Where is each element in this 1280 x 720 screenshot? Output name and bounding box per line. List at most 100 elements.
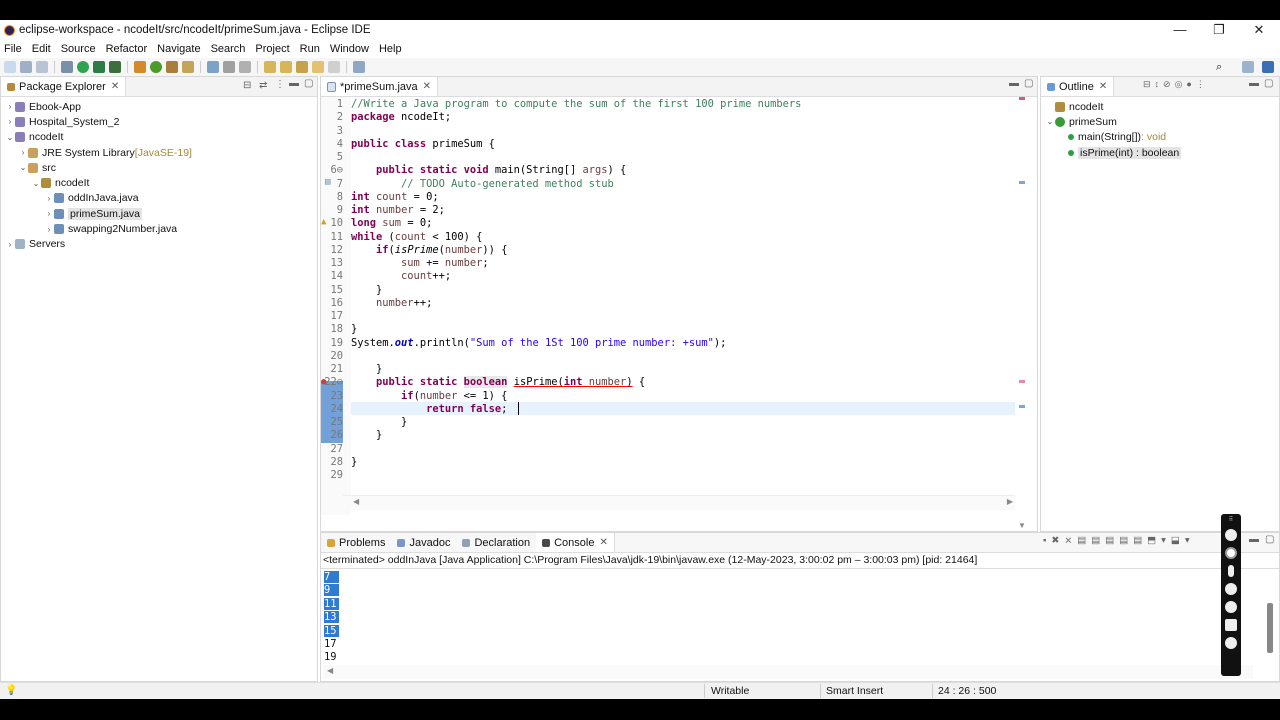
close-icon[interactable]: ✕ xyxy=(599,537,607,548)
code-line[interactable]: // TODO Auto-generated method stub xyxy=(351,178,614,190)
tree-item[interactable]: › swapping2Number.java xyxy=(1,221,317,236)
menu-project[interactable]: Project xyxy=(251,43,295,55)
tree-item[interactable]: › primeSum.java xyxy=(1,206,317,221)
record-icon[interactable] xyxy=(1225,547,1237,559)
scroll-left-icon[interactable]: ◀ xyxy=(327,666,333,675)
menu-edit[interactable]: Edit xyxy=(28,43,57,55)
code-line[interactable]: public static boolean isPrime(int number… xyxy=(351,376,645,389)
code-line[interactable]: if(isPrime(number)) { xyxy=(351,244,507,256)
lightbulb-icon[interactable]: 💡 xyxy=(5,685,17,696)
horizontal-scrollbar[interactable]: ◀ ▶ xyxy=(343,495,1015,510)
show-whitespace-icon[interactable] xyxy=(239,61,251,73)
next-annotation-icon[interactable] xyxy=(264,61,276,73)
camera-icon[interactable] xyxy=(1225,529,1237,541)
tree-item[interactable]: › Servers xyxy=(1,237,317,252)
menu-search[interactable]: Search xyxy=(207,43,252,55)
code-line[interactable]: } xyxy=(351,456,357,468)
search-toolbar-icon[interactable] xyxy=(182,61,194,73)
debug-icon[interactable] xyxy=(61,61,73,73)
expand-toggle-icon[interactable]: ⌄ xyxy=(1045,117,1055,126)
link-with-editor-icon[interactable]: ⇄ xyxy=(259,80,267,91)
expand-toggle-icon[interactable]: ⌄ xyxy=(5,133,15,142)
webcam-icon[interactable] xyxy=(1225,601,1237,613)
close-icon[interactable]: ✕ xyxy=(111,81,119,92)
close-window-button[interactable]: ✕ xyxy=(1239,20,1279,40)
maximize-view-icon[interactable]: ▢ xyxy=(1265,534,1274,545)
tab-outline[interactable]: Outline ✕ xyxy=(1041,77,1115,96)
expand-toggle-icon[interactable]: › xyxy=(44,194,54,203)
new-class-icon[interactable] xyxy=(150,61,162,73)
save-all-icon[interactable] xyxy=(36,61,48,73)
expand-toggle-icon[interactable]: › xyxy=(18,148,28,157)
menu-source[interactable]: Source xyxy=(57,43,102,55)
tab-javadoc[interactable]: Javadoc xyxy=(391,533,456,552)
close-icon[interactable]: ✕ xyxy=(1099,81,1107,92)
console-horizontal-scrollbar[interactable]: ◀ xyxy=(323,665,1253,679)
menu-file[interactable]: File xyxy=(0,43,28,55)
coverage-icon[interactable] xyxy=(93,61,105,73)
screen-icon[interactable] xyxy=(1225,619,1237,631)
console-toolbar-icons[interactable]: ▪✖⨯▤▤▤▤▤⬒▾⬓▾ xyxy=(1043,535,1195,546)
tab-problems[interactable]: Problems xyxy=(321,533,391,552)
code-line[interactable]: //Write a Java program to compute the su… xyxy=(351,98,801,110)
previous-annotation-icon[interactable] xyxy=(280,61,292,73)
code-line[interactable]: sum += number; xyxy=(351,257,489,269)
toggle-mark-occurrences-icon[interactable] xyxy=(207,61,219,73)
minimize-view-icon[interactable]: ▬ xyxy=(1009,78,1019,89)
tree-item[interactable]: › JRE System Library [JavaSE-19] xyxy=(1,145,317,160)
open-perspective-icon[interactable] xyxy=(1242,61,1254,73)
code-line[interactable]: } xyxy=(351,363,382,375)
expand-toggle-icon[interactable]: › xyxy=(44,209,54,218)
tree-item[interactable]: › Hospital_System_2 xyxy=(1,114,317,129)
console-output[interactable]: 7 9 11 13 15 17 19 xyxy=(321,569,1279,665)
outline-item[interactable]: isPrime(int) : boolean xyxy=(1041,145,1279,160)
toggle-block-selection-icon[interactable] xyxy=(223,61,235,73)
code-line[interactable]: int number = 2; xyxy=(351,204,445,216)
search-icon[interactable]: ⌕ xyxy=(1216,61,1222,74)
code-line[interactable]: while (count < 100) { xyxy=(351,231,482,243)
microphone-icon[interactable] xyxy=(1228,565,1234,577)
close-icon[interactable]: ✕ xyxy=(423,81,431,92)
scroll-right-icon[interactable]: ▶ xyxy=(1007,497,1013,506)
outline-item[interactable]: ⌄ primeSum xyxy=(1041,114,1279,129)
code-line[interactable]: } xyxy=(351,416,407,428)
menu-window[interactable]: Window xyxy=(326,43,375,55)
forward-icon[interactable] xyxy=(328,61,340,73)
maximize-button[interactable]: ❐ xyxy=(1199,20,1239,40)
tab-primesum-java[interactable]: *primeSum.java ✕ xyxy=(321,77,439,96)
new-icon[interactable] xyxy=(4,61,16,73)
run-icon[interactable] xyxy=(77,61,89,73)
code-line[interactable]: count++; xyxy=(351,270,451,282)
minimize-button[interactable]: — xyxy=(1160,20,1200,40)
tab-package-explorer[interactable]: Package Explorer ✕ xyxy=(1,77,127,96)
code-line[interactable]: System.out.println("Sum of the 1St 100 p… xyxy=(351,337,726,349)
menu-help[interactable]: Help xyxy=(375,43,408,55)
external-tools-icon[interactable] xyxy=(109,61,121,73)
console-scrollbar-thumb[interactable] xyxy=(1267,603,1273,653)
code-line[interactable]: int count = 0; xyxy=(351,191,439,203)
code-line[interactable]: public static void main(String[] args) { xyxy=(351,164,626,176)
code-line[interactable]: return false; xyxy=(351,403,507,415)
tab-declaration[interactable]: Declaration xyxy=(456,533,536,552)
back-icon[interactable] xyxy=(312,61,324,73)
tree-item[interactable]: › Ebook-App xyxy=(1,99,317,114)
expand-toggle-icon[interactable]: ⌄ xyxy=(18,163,28,172)
tree-item[interactable]: ⌄ src xyxy=(1,160,317,175)
open-type-icon[interactable] xyxy=(166,61,178,73)
tree-item[interactable]: ⌄ ncodeIt xyxy=(1,175,317,190)
code-line[interactable]: package ncodeIt; xyxy=(351,111,451,123)
maximize-view-icon[interactable]: ▢ xyxy=(1264,78,1273,89)
tree-item[interactable]: › oddInJava.java xyxy=(1,191,317,206)
expand-toggle-icon[interactable]: › xyxy=(5,240,15,249)
code-line[interactable]: number++; xyxy=(351,297,432,309)
expand-toggle-icon[interactable]: › xyxy=(5,102,15,111)
save-icon[interactable] xyxy=(20,61,32,73)
scroll-left-icon[interactable]: ◀ xyxy=(353,497,359,506)
scroll-down-icon[interactable]: ▼ xyxy=(1018,521,1026,530)
outline-item[interactable]: ncodeIt xyxy=(1041,99,1279,114)
code-line[interactable]: } xyxy=(351,284,382,296)
code-area[interactable]: 1 //Write a Java program to compute the s… xyxy=(321,97,1037,515)
tab-console[interactable]: Console ✕ xyxy=(536,533,615,552)
expand-toggle-icon[interactable]: › xyxy=(44,225,54,234)
menu-run[interactable]: Run xyxy=(296,43,326,55)
